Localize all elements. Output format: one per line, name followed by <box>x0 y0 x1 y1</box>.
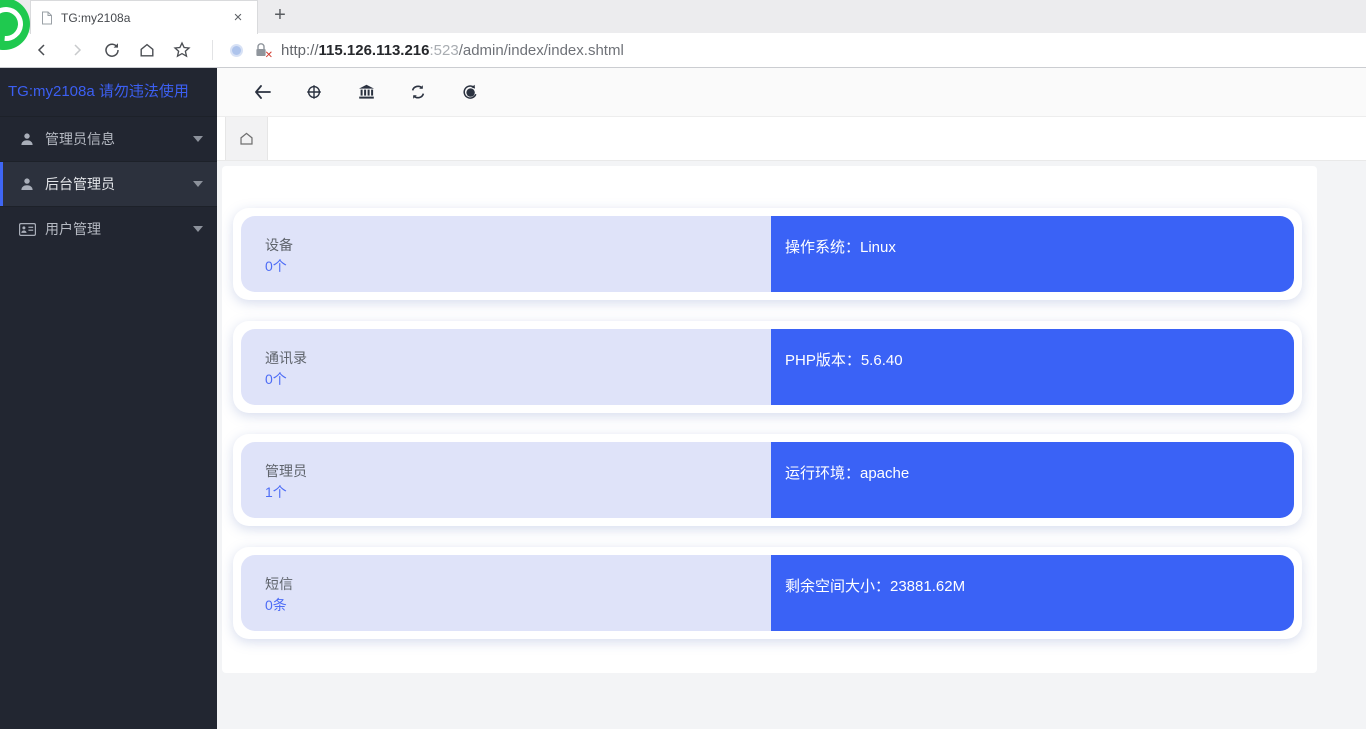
stat-count[interactable]: 0条 <box>265 595 771 615</box>
stat-info: 操作系统：Linux <box>785 239 896 256</box>
toolbar-back-button[interactable] <box>236 74 288 110</box>
sidebar-item-backend-admin[interactable]: 后台管理员 <box>0 161 217 206</box>
chevron-left-icon <box>34 42 50 58</box>
chevron-down-icon <box>193 136 203 142</box>
sidebar-item-user-management[interactable]: 用户管理 <box>0 206 217 251</box>
home-icon <box>238 130 255 147</box>
browser-forward-button[interactable] <box>59 35 94 65</box>
chevron-down-icon <box>193 181 203 187</box>
stat-count[interactable]: 0个 <box>265 369 771 389</box>
url-port: :523 <box>430 42 459 59</box>
sidebar-item-label: 后台管理员 <box>45 174 115 194</box>
stat-info-panel: 操作系统：Linux <box>771 216 1294 292</box>
browser-favorites-button[interactable] <box>164 35 199 65</box>
chevron-down-icon <box>193 226 203 232</box>
tab-close-icon[interactable]: × <box>229 9 247 26</box>
user-icon <box>18 132 36 146</box>
address-bar[interactable]: http://115.126.113.216:523/admin/index/i… <box>281 42 624 59</box>
sidebar-item-label: 用户管理 <box>45 219 101 239</box>
admin-app: TG:my2108a 请勿违法使用 管理员信息 后台管理员 <box>0 68 1366 729</box>
globe-crosshair-icon <box>306 84 322 100</box>
stat-left-panel: 短信 0条 <box>241 555 771 631</box>
refresh-icon <box>410 84 426 100</box>
admin-toolbar <box>217 68 1366 117</box>
stat-info: 运行环境：apache <box>785 465 909 482</box>
stat-title: 管理员 <box>265 461 771 481</box>
user-icon <box>18 177 36 191</box>
new-tab-button[interactable]: + <box>262 0 298 33</box>
browser-back-button[interactable] <box>24 35 59 65</box>
tab-title: TG:my2108a <box>61 11 229 25</box>
sidebar-menu: 管理员信息 后台管理员 <box>0 116 217 251</box>
reload-icon <box>103 41 121 59</box>
home-tab[interactable] <box>225 117 268 160</box>
stat-title: 设备 <box>265 235 771 255</box>
chevron-right-icon <box>69 42 85 58</box>
page-icon <box>41 11 53 25</box>
stat-info: 剩余空间大小：23881.62M <box>785 578 965 595</box>
arrow-left-icon <box>254 85 271 99</box>
page-tab-strip <box>217 117 1366 161</box>
stat-title: 短信 <box>265 574 771 594</box>
toolbar-locate-button[interactable] <box>288 74 340 110</box>
main-area: 设备 0个 操作系统：Linux 通讯录 0个 PHP版本 <box>217 68 1366 729</box>
toolbar-refresh-button[interactable] <box>392 74 444 110</box>
stat-card-contacts: 通讯录 0个 PHP版本：5.6.40 <box>233 321 1302 413</box>
stat-left-panel: 管理员 1个 <box>241 442 771 518</box>
stat-title: 通讯录 <box>265 348 771 368</box>
stat-card-admins: 管理员 1个 运行环境：apache <box>233 434 1302 526</box>
stat-left-panel: 设备 0个 <box>241 216 771 292</box>
insecure-lock-icon[interactable]: ✕ <box>254 42 269 59</box>
browser-nav-bar: ✕ http://115.126.113.216:523/admin/index… <box>0 33 1366 68</box>
globe-sync-icon <box>462 84 478 100</box>
browser-tab[interactable]: TG:my2108a × <box>30 0 258 34</box>
sidebar-item-admin-info[interactable]: 管理员信息 <box>0 116 217 161</box>
security-error-mark: ✕ <box>265 50 273 61</box>
content-area: 设备 0个 操作系统：Linux 通讯录 0个 PHP版本 <box>217 161 1366 729</box>
browser-home-button[interactable] <box>129 35 164 65</box>
browser-reload-button[interactable] <box>94 35 129 65</box>
stat-info-panel: 剩余空间大小：23881.62M <box>771 555 1294 631</box>
content-panel: 设备 0个 操作系统：Linux 通讯录 0个 PHP版本 <box>222 166 1317 673</box>
toolbar-bank-button[interactable] <box>340 74 392 110</box>
star-icon <box>173 41 191 59</box>
stat-left-panel: 通讯录 0个 <box>241 329 771 405</box>
stat-card-sms: 短信 0条 剩余空间大小：23881.62M <box>233 547 1302 639</box>
stat-count[interactable]: 1个 <box>265 482 771 502</box>
stat-info-panel: 运行环境：apache <box>771 442 1294 518</box>
toolbar-sync-button[interactable] <box>444 74 496 110</box>
home-icon <box>138 41 156 59</box>
stat-card-devices: 设备 0个 操作系统：Linux <box>233 208 1302 300</box>
sidebar-brand: TG:my2108a 请勿违法使用 <box>0 68 217 116</box>
bank-icon <box>358 84 375 100</box>
stat-count[interactable]: 0个 <box>265 256 771 276</box>
browser-tab-bar: TG:my2108a × + <box>0 0 1366 33</box>
site-circle-icon[interactable] <box>230 44 243 57</box>
id-card-icon <box>18 223 36 236</box>
url-protocol: http:// <box>281 42 319 59</box>
sidebar-item-label: 管理员信息 <box>45 129 115 149</box>
screen: TG:my2108a × + <box>0 0 1366 729</box>
stat-info: PHP版本：5.6.40 <box>785 352 903 369</box>
stat-info-panel: PHP版本：5.6.40 <box>771 329 1294 405</box>
nav-divider <box>212 40 213 60</box>
url-host: 115.126.113.216 <box>319 42 430 59</box>
sidebar: TG:my2108a 请勿违法使用 管理员信息 后台管理员 <box>0 68 217 729</box>
url-path: /admin/index/index.shtml <box>459 42 624 59</box>
